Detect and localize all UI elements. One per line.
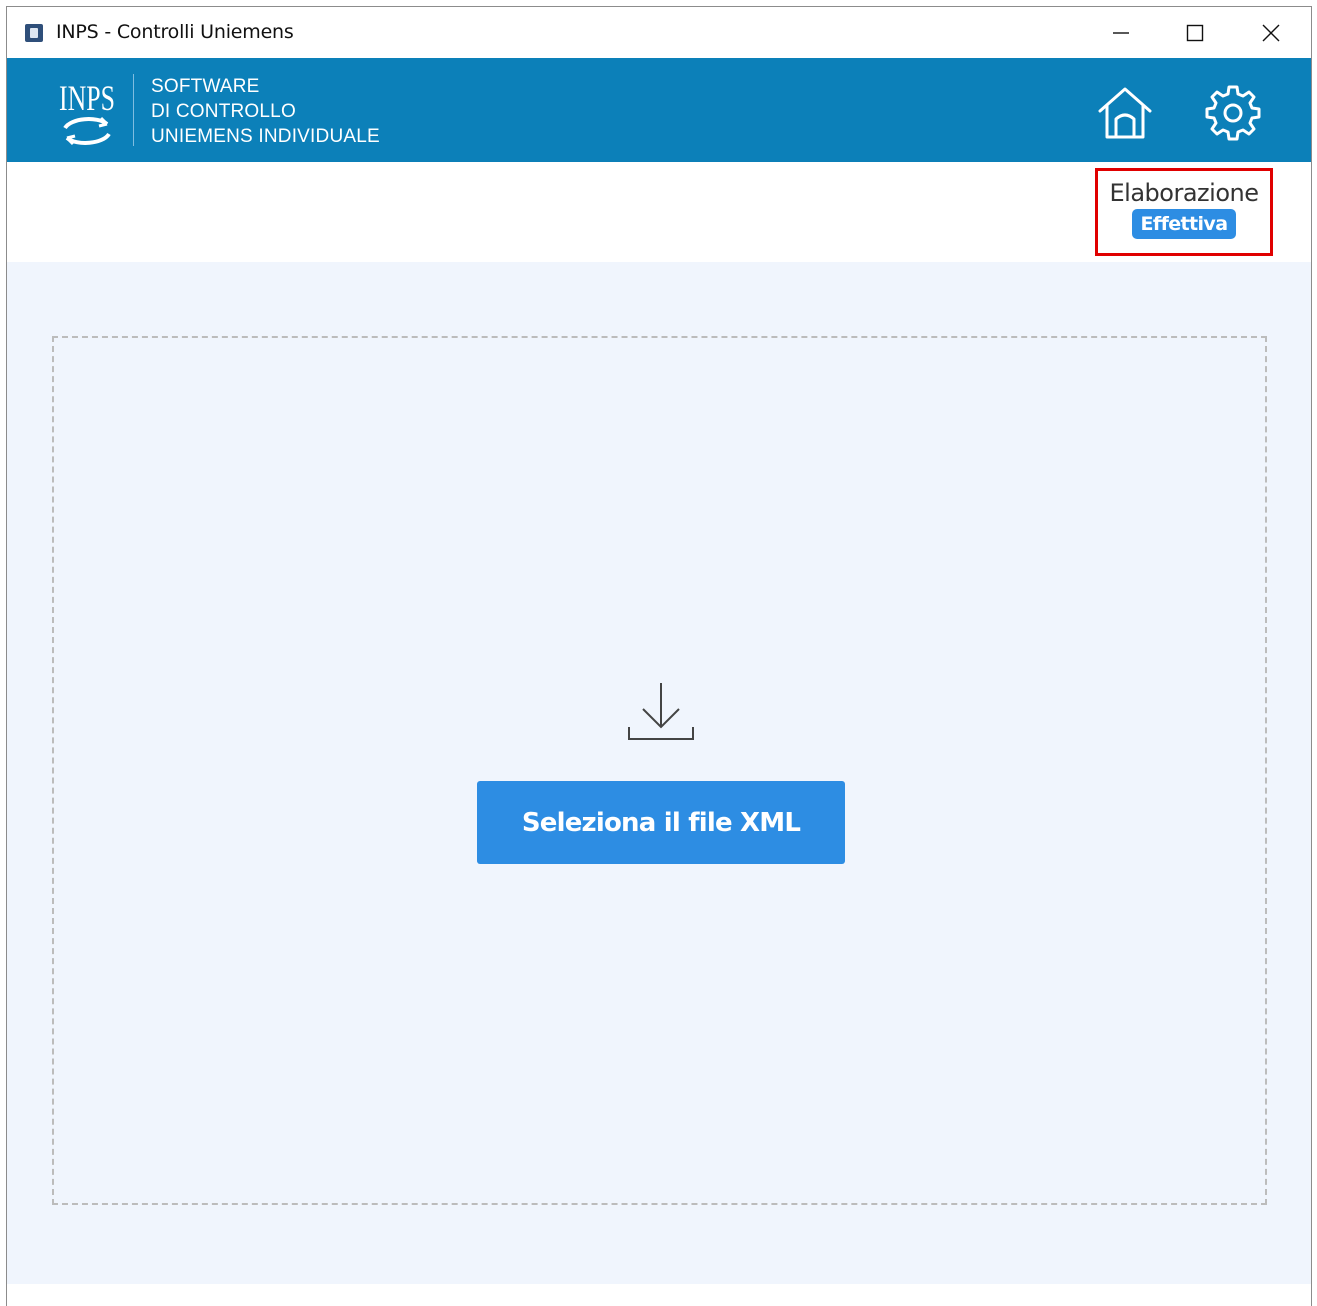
gear-icon (1205, 85, 1261, 141)
home-button[interactable] (1094, 85, 1156, 141)
title-bar: INPS - Controlli Uniemens (7, 7, 1311, 58)
app-tagline: SOFTWARE DI CONTROLLO UNIEMENS INDIVIDUA… (151, 74, 380, 149)
close-icon (1262, 24, 1280, 41)
window-title: INPS - Controlli Uniemens (56, 21, 294, 43)
minimize-button[interactable] (1085, 7, 1157, 58)
app-header: INPS SOFTWARE DI CONTROLLO UNIEMENS INDI… (7, 58, 1311, 162)
settings-button[interactable] (1202, 83, 1264, 143)
home-icon (1098, 87, 1152, 139)
file-dropzone[interactable]: Seleziona il file XML (52, 336, 1267, 1205)
mode-label: Elaborazione (1109, 179, 1259, 207)
main-area: Seleziona il file XML (7, 262, 1311, 1284)
maximize-icon (1186, 24, 1204, 41)
app-icon (25, 24, 43, 42)
tagline-line-2: DI CONTROLLO (151, 101, 296, 122)
select-xml-button[interactable]: Seleziona il file XML (477, 781, 845, 864)
mode-badge: Effettiva (1131, 209, 1237, 239)
tagline-line-3: UNIEMENS INDIVIDUALE (151, 126, 380, 147)
footer-strip (7, 1284, 1311, 1306)
mode-indicator: Elaborazione Effettiva (1095, 168, 1273, 256)
minimize-icon (1113, 31, 1129, 34)
inps-logo: INPS (59, 78, 115, 146)
download-icon (628, 683, 694, 740)
app-window: INPS - Controlli Uniemens INPS SOFTWARE … (6, 6, 1312, 1306)
close-button[interactable] (1235, 7, 1307, 58)
tagline-line-1: SOFTWARE (151, 76, 260, 97)
mode-bar: Elaborazione Effettiva (7, 162, 1311, 262)
logo-divider (133, 74, 134, 146)
svg-text:INPS: INPS (59, 78, 115, 118)
maximize-button[interactable] (1159, 7, 1231, 58)
